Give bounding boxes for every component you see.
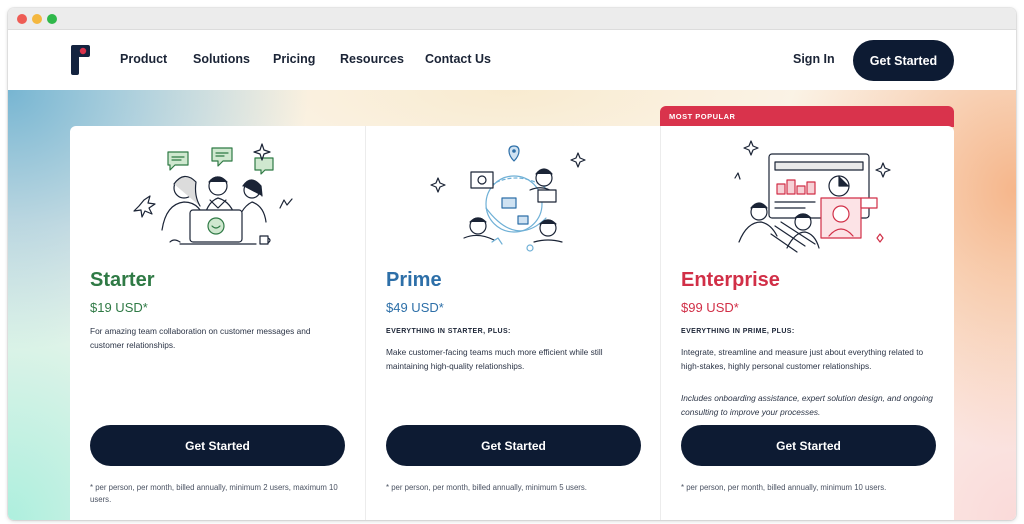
plan-description: Integrate, streamline and measure just a… [681,347,924,371]
pricing-cards: Starter $19 USD* For amazing team collab… [70,126,954,520]
plan-name: Prime [386,269,442,291]
collaboration-network-illustration [430,145,586,252]
nav-product[interactable]: Product [120,52,167,66]
plan-note: Includes onboarding assistance, expert s… [681,393,933,417]
plan-get-started-button[interactable]: Get Started [386,425,641,466]
plan-card-prime: Prime $49 USD* EVERYTHING IN STARTER, PL… [365,126,660,520]
nav-resources[interactable]: Resources [340,52,404,66]
plan-includes-label: EVERYTHING IN PRIME, PLUS: [681,328,795,335]
plan-footnote: * per person, per month, billed annually… [90,483,338,504]
plan-card-starter: Starter $19 USD* For amazing team collab… [70,126,365,520]
plan-price: $99 USD* [681,300,739,315]
minimize-window-button[interactable] [32,14,42,24]
most-popular-badge: MOST POPULAR [660,106,954,127]
close-window-button[interactable] [17,14,27,24]
nav-solutions[interactable]: Solutions [193,52,250,66]
plan-card-enterprise: Enterprise $99 USD* EVERYTHING IN PRIME,… [660,126,955,520]
plan-name: Starter [90,269,155,291]
plan-footnote: * per person, per month, billed annually… [681,483,887,492]
logo-icon[interactable] [70,45,90,75]
analytics-dashboard-illustration [734,140,891,253]
get-started-button[interactable]: Get Started [853,40,954,81]
plan-name: Enterprise [681,269,780,291]
plan-price: $49 USD* [386,300,444,315]
plan-description: For amazing team collaboration on custom… [90,326,311,350]
plan-get-started-button[interactable]: Get Started [90,425,345,466]
nav-contact-us[interactable]: Contact Us [425,52,491,66]
browser-window: Product Solutions Pricing Resources Cont… [8,8,1016,520]
plan-includes-label: EVERYTHING IN STARTER, PLUS: [386,328,511,335]
nav-pricing[interactable]: Pricing [273,52,315,66]
top-navigation: Product Solutions Pricing Resources Cont… [8,30,1016,90]
plan-price: $19 USD* [90,300,148,315]
plan-footnote: * per person, per month, billed annually… [386,483,587,492]
plan-get-started-button[interactable]: Get Started [681,425,936,466]
maximize-window-button[interactable] [47,14,57,24]
sign-in-link[interactable]: Sign In [793,52,835,66]
window-titlebar [8,8,1016,30]
team-laptop-illustration [133,143,293,245]
plan-description: Make customer-facing teams much more eff… [386,347,603,371]
